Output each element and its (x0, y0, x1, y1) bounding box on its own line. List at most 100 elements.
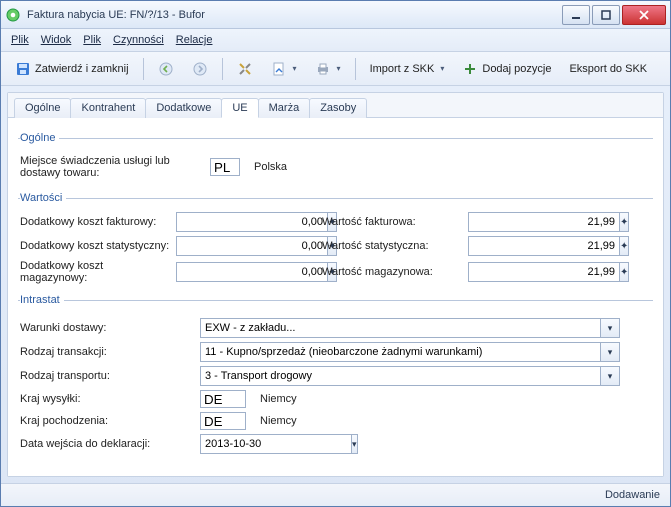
kraj-pochodzenia-label: Kraj pochodzenia: (20, 415, 200, 427)
tabstrip: Ogólne Kontrahent Dodatkowe UE Marża Zas… (8, 93, 663, 118)
add-positions-button[interactable]: Dodaj pozycje (456, 57, 557, 81)
tab-marza[interactable]: Marża (258, 98, 311, 118)
add-positions-label: Dodaj pozycje (482, 63, 551, 75)
dod-fakturowy-field: ✦ (176, 212, 296, 232)
warunki-label: Warunki dostawy: (20, 322, 200, 334)
import-skk-button[interactable]: Import z SKK ▾ (364, 57, 451, 81)
tab-zasoby[interactable]: Zasoby (309, 98, 367, 118)
rodzaj-transakcji-combo[interactable]: ▾ (200, 342, 620, 362)
rodzaj-transportu-input[interactable] (200, 366, 600, 386)
dod-fakturowy-input[interactable] (176, 212, 327, 232)
confirm-close-label: Zatwierdź i zamknij (35, 63, 129, 75)
import-skk-label: Import z SKK (370, 63, 435, 75)
kraj-wysylki-country-name: Niemcy (260, 393, 297, 405)
toolbar-separator (355, 58, 356, 80)
tab-ogolne[interactable]: Ogólne (14, 98, 71, 118)
wart-fakturowa-input[interactable] (468, 212, 619, 232)
menubar: Plik Widok Plik Czynności Relacje (1, 29, 670, 52)
nav-fwd-button[interactable] (186, 57, 214, 81)
arrow-left-icon (158, 61, 174, 77)
actions-button[interactable]: ▾ (265, 57, 303, 81)
dod-magazynowy-label: Dodatkowy koszt magazynowy: (20, 260, 170, 284)
chevron-down-icon[interactable]: ▾ (600, 342, 620, 362)
arrow-right-icon (192, 61, 208, 77)
status-mode: Dodawanie (605, 489, 660, 501)
data-deklaracji-field[interactable]: ▾ (200, 434, 330, 454)
titlebar: Faktura nabycia UE: FN/?/13 - Bufor (1, 1, 670, 29)
data-deklaracji-label: Data wejścia do deklaracji: (20, 438, 200, 450)
tab-ue[interactable]: UE (221, 98, 258, 118)
wart-statystyczna-label: Wartość statystyczna: (322, 240, 462, 252)
toolbar-separator (143, 58, 144, 80)
wart-statystyczna-input[interactable] (468, 236, 619, 256)
window-title: Faktura nabycia UE: FN/?/13 - Bufor (27, 9, 562, 21)
group-ogolne-legend: Ogólne (20, 132, 59, 144)
save-icon (15, 61, 31, 77)
menu-czynnosci[interactable]: Czynności (113, 34, 164, 46)
rodzaj-transportu-label: Rodzaj transportu: (20, 370, 200, 382)
export-skk-button[interactable]: Eksport do SKK (563, 57, 653, 81)
wart-statystyczna-field: ✦ (468, 236, 588, 256)
client-area: Ogólne Kontrahent Dodatkowe UE Marża Zas… (7, 92, 664, 477)
menu-relacje[interactable]: Relacje (176, 34, 213, 46)
maximize-button[interactable] (592, 5, 620, 25)
dod-magazynowy-field: ✦ (176, 262, 296, 282)
dod-fakturowy-label: Dodatkowy koszt fakturowy: (20, 216, 170, 228)
tools-button[interactable] (231, 57, 259, 81)
nav-back-button[interactable] (152, 57, 180, 81)
toolbar: Zatwierdź i zamknij ▾ (1, 52, 670, 86)
group-wartosci: Wartości Dodatkowy koszt fakturowy: ✦ Wa… (18, 192, 653, 286)
kraj-wysylki-code-input[interactable] (200, 390, 246, 408)
warunki-input[interactable] (200, 318, 600, 338)
tab-kontrahent[interactable]: Kontrahent (70, 98, 146, 118)
wart-fakturowa-label: Wartość fakturowa: (322, 216, 462, 228)
chevron-down-icon[interactable]: ▾ (600, 318, 620, 338)
miejsce-country-name: Polska (254, 161, 287, 173)
menu-plik-2[interactable]: Plik (83, 34, 101, 46)
wart-magazynowa-field: ✦ (468, 262, 588, 282)
dod-statystyczny-label: Dodatkowy koszt statystyczny: (20, 240, 170, 252)
dod-magazynowy-input[interactable] (176, 262, 327, 282)
chevron-down-icon[interactable]: ▾ (351, 434, 358, 454)
tools-icon (237, 61, 253, 77)
document-action-icon (271, 61, 287, 77)
wart-magazynowa-input[interactable] (468, 262, 619, 282)
wart-magazynowa-label: Wartość magazynowa: (322, 266, 462, 278)
tab-dodatkowe[interactable]: Dodatkowe (145, 98, 222, 118)
app-icon (5, 7, 21, 23)
group-intrastat: Intrastat Warunki dostawy: ▾ Rodzaj tran… (18, 294, 653, 460)
kraj-pochodzenia-country-name: Niemcy (260, 415, 297, 427)
tab-panel-ue: Ogólne Miejsce świadczenia usługi lub do… (8, 118, 663, 476)
menu-widok[interactable]: Widok (41, 34, 72, 46)
kraj-wysylki-label: Kraj wysyłki: (20, 393, 200, 405)
chevron-down-icon: ▾ (440, 64, 444, 73)
confirm-close-button[interactable]: Zatwierdź i zamknij (9, 57, 135, 81)
toolbar-separator (222, 58, 223, 80)
statusbar: Dodawanie (1, 483, 670, 506)
rodzaj-transportu-combo[interactable]: ▾ (200, 366, 620, 386)
data-deklaracji-input[interactable] (200, 434, 351, 454)
chevron-down-icon: ▾ (337, 64, 341, 73)
spin-button[interactable]: ✦ (619, 236, 629, 256)
print-button[interactable]: ▾ (309, 57, 347, 81)
rodzaj-transakcji-label: Rodzaj transakcji: (20, 346, 200, 358)
close-button[interactable] (622, 5, 666, 25)
export-skk-label: Eksport do SKK (569, 63, 647, 75)
miejsce-code-input[interactable] (210, 158, 240, 176)
minimize-button[interactable] (562, 5, 590, 25)
wart-fakturowa-field: ✦ (468, 212, 588, 232)
menu-plik[interactable]: Plik (11, 34, 29, 46)
window-controls (562, 5, 666, 25)
group-wartosci-legend: Wartości (20, 192, 66, 204)
dod-statystyczny-input[interactable] (176, 236, 327, 256)
spin-button[interactable]: ✦ (619, 262, 629, 282)
miejsce-label: Miejsce świadczenia usługi lub dostawy t… (20, 155, 210, 179)
warunki-combo[interactable]: ▾ (200, 318, 620, 338)
app-window: Faktura nabycia UE: FN/?/13 - Bufor Plik… (0, 0, 671, 507)
plus-icon (462, 61, 478, 77)
printer-icon (315, 61, 331, 77)
rodzaj-transakcji-input[interactable] (200, 342, 600, 362)
kraj-pochodzenia-code-input[interactable] (200, 412, 246, 430)
chevron-down-icon[interactable]: ▾ (600, 366, 620, 386)
spin-button[interactable]: ✦ (619, 212, 629, 232)
